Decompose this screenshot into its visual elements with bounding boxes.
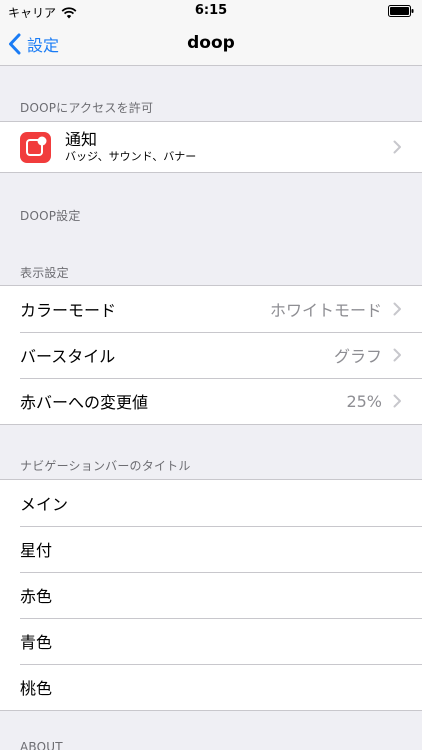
- clock: 6:15: [194, 3, 228, 18]
- status-bar: キャリア 6:15: [0, 0, 422, 22]
- chevron-right-icon: [393, 394, 401, 408]
- notifications-title: 通知: [65, 130, 98, 149]
- display-settings-group: カラーモード ホワイトモード バースタイル グラフ 赤バーへの変更値 25%: [0, 285, 422, 425]
- row-label: バースタイル: [20, 347, 116, 366]
- chevron-right-icon: [393, 140, 401, 154]
- nav-title-option-pink[interactable]: 桃色: [0, 664, 422, 710]
- chevron-right-icon: [393, 302, 401, 316]
- row-label: メイン: [20, 495, 69, 514]
- page-title: doop: [187, 33, 235, 53]
- row-label: 星付: [20, 541, 53, 560]
- section-header-access: DOOPにアクセスを許可: [20, 101, 154, 115]
- access-group: 通知 バッジ、サウンド、バナー: [0, 121, 422, 173]
- row-value: グラフ: [333, 347, 382, 366]
- navigation-bar: 設定 doop: [0, 22, 422, 66]
- row-label: 赤バーへの変更値: [20, 393, 149, 412]
- row-value: ホワイトモード: [269, 301, 382, 320]
- chevron-right-icon: [393, 348, 401, 362]
- bar-style-row[interactable]: バースタイル グラフ: [0, 332, 422, 378]
- notification-app-icon: [20, 131, 51, 163]
- nav-title-option-main[interactable]: メイン: [0, 480, 422, 526]
- nav-title-option-red[interactable]: 赤色: [0, 572, 422, 618]
- row-label: 桃色: [20, 679, 53, 698]
- notifications-row[interactable]: 通知 バッジ、サウンド、バナー: [0, 122, 422, 172]
- battery-icon: [388, 5, 414, 17]
- nav-title-option-starred[interactable]: 星付: [0, 526, 422, 572]
- color-mode-row[interactable]: カラーモード ホワイトモード: [0, 286, 422, 332]
- row-label: 赤色: [20, 587, 53, 606]
- section-header-doop-settings: DOOP設定: [20, 209, 81, 223]
- red-bar-threshold-row[interactable]: 赤バーへの変更値 25%: [0, 378, 422, 424]
- notifications-subtitle: バッジ、サウンド、バナー: [65, 150, 197, 163]
- section-header-about: ABOUT: [20, 740, 63, 750]
- row-value: 25%: [346, 391, 382, 411]
- row-label: カラーモード: [20, 301, 117, 320]
- section-header-display: 表示設定: [20, 266, 69, 280]
- nav-title-option-blue[interactable]: 青色: [0, 618, 422, 664]
- notification-badge-icon: [26, 136, 47, 156]
- nav-title-group: メイン 星付 赤色 青色 桃色: [0, 479, 422, 711]
- section-header-nav-title: ナビゲーションバーのタイトル: [20, 459, 191, 473]
- row-label: 青色: [20, 633, 53, 652]
